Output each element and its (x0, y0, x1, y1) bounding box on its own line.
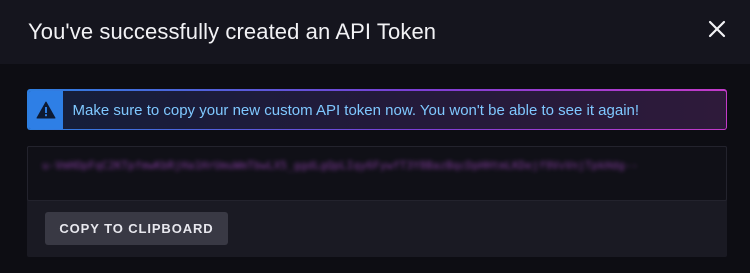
close-button[interactable] (702, 14, 732, 44)
alert-message: Make sure to copy your new custom API to… (72, 101, 640, 119)
token-display[interactable]: u-VmHOpFqC2KTpfmwKbRjHa1HrUmuWmTbwLX5_gg… (27, 146, 727, 201)
api-token-dialog: You've successfully created an API Token… (0, 0, 750, 273)
token-panel: u-VmHOpFqC2KTpfmwKbRjHa1HrUmuWmTbwLX5_gg… (27, 146, 727, 257)
alert-icon-container (28, 90, 63, 129)
dialog-header: You've successfully created an API Token (0, 0, 750, 64)
warning-triangle-icon (36, 101, 55, 118)
token-value: u-VmHOpFqC2KTpfmwKbRjHa1HrUmuWmTbwLX5_gg… (42, 159, 639, 172)
close-icon (708, 20, 726, 38)
copy-to-clipboard-button[interactable]: COPY TO CLIPBOARD (45, 212, 228, 245)
dialog-title: You've successfully created an API Token (28, 19, 437, 44)
warning-alert: Make sure to copy your new custom API to… (27, 89, 727, 130)
